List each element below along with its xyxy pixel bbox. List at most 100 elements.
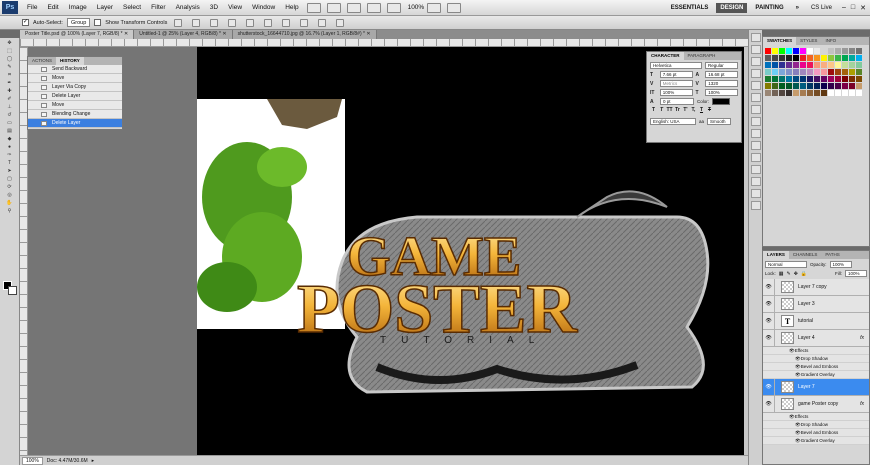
menu-layer[interactable]: Layer <box>92 4 118 11</box>
tab-info[interactable]: INFO <box>821 37 840 45</box>
align-center-icon[interactable] <box>246 18 255 27</box>
color-swatch[interactable] <box>849 48 855 54</box>
align-bottom-icon[interactable] <box>210 18 219 27</box>
language-select[interactable]: English: USA <box>650 118 696 125</box>
color-swatch[interactable] <box>786 83 792 89</box>
workspace-painting[interactable]: PAINTING <box>751 3 787 13</box>
color-swatch[interactable] <box>807 48 813 54</box>
color-swatch[interactable] <box>828 55 834 61</box>
marquee-tool-icon[interactable]: ⬚ <box>3 47 17 54</box>
lasso-tool-icon[interactable]: ◯ <box>3 55 17 62</box>
color-swatch[interactable] <box>835 83 841 89</box>
eyedropper-tool-icon[interactable]: ✒ <box>3 79 17 86</box>
color-swatch[interactable] <box>821 48 827 54</box>
effect-row[interactable]: 👁 Gradient Overlay <box>763 437 869 445</box>
type-tool-icon[interactable]: T <box>3 159 17 166</box>
history-brush-tool-icon[interactable]: ↺ <box>3 111 17 118</box>
tab-close-icon[interactable]: ✕ <box>366 31 370 37</box>
tab-paragraph[interactable]: PARAGRAPH <box>684 52 720 60</box>
effect-row[interactable]: 👁 Drop Shadow <box>763 421 869 429</box>
color-swatch[interactable] <box>821 90 827 96</box>
color-swatch[interactable] <box>856 48 862 54</box>
color-swatch[interactable] <box>779 90 785 96</box>
layer-row[interactable]: 👁 Layer 7 copy <box>763 278 869 296</box>
color-swatch[interactable] <box>821 55 827 61</box>
tab-close-icon[interactable]: ✕ <box>222 31 226 37</box>
color-swatch[interactable] <box>772 76 778 82</box>
color-swatch[interactable] <box>835 48 841 54</box>
font-size-field[interactable]: 7.66 pt <box>659 71 693 78</box>
menu-file[interactable]: File <box>22 4 42 11</box>
tab-channels[interactable]: CHANNELS <box>789 251 822 259</box>
cs-live-button[interactable]: CS Live <box>807 3 836 13</box>
align-middle-icon[interactable] <box>192 18 201 27</box>
status-doc-size[interactable]: Doc: 4.47M/30.6M <box>47 458 88 464</box>
shape-tool-icon[interactable]: ▢ <box>3 175 17 182</box>
3d-dock-icon[interactable] <box>750 177 761 186</box>
notes-dock-icon[interactable] <box>750 165 761 174</box>
history-item[interactable]: Send Backward <box>28 65 122 74</box>
tab-actions[interactable]: ACTIONS <box>28 57 56 65</box>
distribute-top-icon[interactable] <box>282 18 291 27</box>
history-item[interactable]: Blending Change <box>28 110 122 119</box>
history-item[interactable]: Move <box>28 101 122 110</box>
color-swatch[interactable] <box>842 48 848 54</box>
text-color-swatch[interactable] <box>712 98 731 105</box>
color-swatch[interactable] <box>821 83 827 89</box>
menu-edit[interactable]: Edit <box>42 4 63 11</box>
rotate-view-icon[interactable] <box>386 2 401 13</box>
tool-presets-dock-icon[interactable] <box>750 93 761 102</box>
lock-transparency-icon[interactable]: ▦ <box>779 271 784 277</box>
color-swatch[interactable] <box>807 62 813 68</box>
blend-mode-select[interactable]: Normal <box>765 261 807 268</box>
color-swatch[interactable] <box>814 62 820 68</box>
color-swatch[interactable] <box>835 69 841 75</box>
color-swatch[interactable] <box>800 76 806 82</box>
effect-row[interactable]: 👁 Bevel and Emboss <box>763 363 869 371</box>
color-swatch[interactable] <box>856 76 862 82</box>
align-left-icon[interactable] <box>228 18 237 27</box>
color-swatch[interactable] <box>786 76 792 82</box>
color-swatch[interactable] <box>772 83 778 89</box>
color-swatch[interactable] <box>765 55 771 61</box>
eraser-tool-icon[interactable]: ▭ <box>3 119 17 126</box>
styles-dock-icon[interactable] <box>750 129 761 138</box>
color-swatch[interactable] <box>772 55 778 61</box>
zoom-tool-icon[interactable]: ⚲ <box>3 207 17 214</box>
auto-select-dropdown[interactable]: Group <box>66 18 91 27</box>
auto-align-icon[interactable] <box>336 18 345 27</box>
all-caps-button[interactable]: TT <box>666 107 673 113</box>
color-swatch[interactable] <box>842 69 848 75</box>
color-swatch[interactable] <box>786 48 792 54</box>
clone-source-dock-icon[interactable] <box>750 81 761 90</box>
effect-row[interactable]: 👁 Gradient Overlay <box>763 371 869 379</box>
effects-group-row[interactable]: 👁 Effects <box>763 347 869 355</box>
color-swatch[interactable] <box>828 90 834 96</box>
tab-layers[interactable]: LAYERS <box>763 251 789 259</box>
color-swatch[interactable] <box>765 76 771 82</box>
color-swatch[interactable] <box>856 55 862 61</box>
color-swatch[interactable] <box>814 48 820 54</box>
animation-dock-icon[interactable] <box>750 189 761 198</box>
minimize-icon[interactable]: – <box>842 4 846 11</box>
lock-all-icon[interactable]: 🔒 <box>801 271 807 277</box>
color-swatch[interactable] <box>779 69 785 75</box>
color-swatch[interactable] <box>807 69 813 75</box>
baseline-shift-field[interactable]: 0 pt <box>660 98 694 105</box>
paragraph-dock-icon[interactable] <box>750 57 761 66</box>
color-swatch[interactable] <box>807 83 813 89</box>
hand-tool-icon[interactable] <box>346 2 361 13</box>
lock-pixels-icon[interactable]: ✎ <box>787 271 791 277</box>
history-item[interactable]: Delete Layer <box>28 92 122 101</box>
tab-history[interactable]: HISTORY <box>56 57 84 65</box>
color-swatch[interactable] <box>779 48 785 54</box>
menu-select[interactable]: Select <box>118 4 146 11</box>
color-swatch[interactable] <box>772 62 778 68</box>
clone-stamp-tool-icon[interactable]: ⊥ <box>3 103 17 110</box>
masks-dock-icon[interactable] <box>750 117 761 126</box>
lock-position-icon[interactable]: ✥ <box>794 271 798 277</box>
status-arrow-icon[interactable]: ▸ <box>92 458 95 464</box>
color-swatch[interactable] <box>856 69 862 75</box>
color-swatch[interactable] <box>842 90 848 96</box>
color-swatch[interactable] <box>842 76 848 82</box>
